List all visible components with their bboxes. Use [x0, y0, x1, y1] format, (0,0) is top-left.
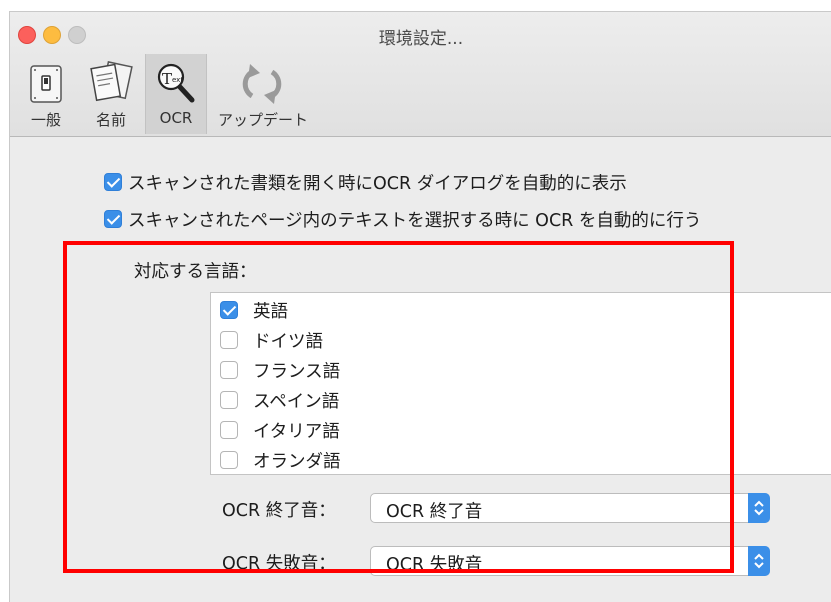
language-item-dutch[interactable]: オランダ語: [211, 445, 831, 475]
window-title: 環境設定...: [378, 29, 464, 49]
switch-icon: [16, 60, 76, 106]
finish-sound-value: OCR 終了音: [386, 502, 483, 522]
tab-general-label: 一般: [30, 111, 61, 129]
language-checkbox-english[interactable]: [220, 301, 238, 319]
language-checkbox-italian[interactable]: [220, 421, 238, 439]
refresh-icon: [208, 60, 318, 106]
language-checkbox-dutch[interactable]: [220, 451, 238, 469]
language-checkbox-french[interactable]: [220, 361, 238, 379]
language-label: スペイン語: [253, 392, 340, 412]
finish-sound-label: OCR 終了音：: [222, 501, 336, 521]
language-checkbox-german[interactable]: [220, 331, 238, 349]
fail-sound-select[interactable]: OCR 失敗音: [370, 546, 770, 576]
finish-sound-stepper[interactable]: [748, 493, 770, 523]
tab-name-label: 名前: [95, 111, 126, 129]
tab-name[interactable]: 名前: [80, 54, 142, 134]
language-checkbox-spanish[interactable]: [220, 391, 238, 409]
auto-ocr-label: スキャンされたページ内のテキストを選択する時に OCR を自動的に行う: [128, 211, 702, 231]
preferences-window: 環境設定... 一般 名前 T ext OCR アップデート スキャンされた書類…: [9, 11, 831, 602]
tab-ocr-label: OCR: [159, 109, 193, 127]
toolbar: 環境設定... 一般 名前 T ext OCR アップデート: [10, 12, 831, 137]
ocr-preferences-pane: スキャンされた書類を開く時にOCR ダイアログを自動的に表示 スキャンされたペー…: [10, 137, 831, 602]
chevron-updown-icon: [754, 500, 764, 516]
auto-ocr-checkbox[interactable]: [104, 210, 122, 228]
svg-text:ext: ext: [172, 76, 183, 84]
language-item-french[interactable]: フランス語: [211, 355, 831, 385]
tab-update-label: アップデート: [217, 111, 308, 129]
open-dialog-label: スキャンされた書類を開く時にOCR ダイアログを自動的に表示: [128, 174, 627, 194]
chevron-updown-icon: [754, 553, 764, 569]
fail-sound-label: OCR 失敗音：: [222, 554, 336, 574]
language-item-italian[interactable]: イタリア語: [211, 415, 831, 445]
language-list[interactable]: 英語 ドイツ語 フランス語 スペイン語 イタリア語 オランダ語: [210, 292, 831, 475]
languages-title: 対応する言語：: [134, 262, 257, 282]
tab-ocr[interactable]: T ext OCR: [145, 54, 207, 134]
tab-update[interactable]: アップデート: [208, 54, 318, 134]
fail-sound-value: OCR 失敗音: [386, 555, 483, 575]
svg-text:T: T: [162, 70, 172, 88]
tab-general[interactable]: 一般: [16, 54, 76, 134]
language-label: ドイツ語: [253, 332, 323, 352]
language-label: フランス語: [253, 362, 341, 382]
language-label: オランダ語: [253, 452, 341, 472]
language-label: イタリア語: [253, 422, 340, 442]
ocr-magnifier-icon: T ext: [146, 60, 206, 106]
finish-sound-select[interactable]: OCR 終了音: [370, 493, 770, 523]
language-item-spanish[interactable]: スペイン語: [211, 385, 831, 415]
fail-sound-stepper[interactable]: [748, 546, 770, 576]
language-item-english[interactable]: 英語: [211, 295, 831, 325]
language-item-german[interactable]: ドイツ語: [211, 325, 831, 355]
language-label: 英語: [253, 302, 288, 322]
documents-icon: [80, 60, 142, 106]
open-dialog-checkbox[interactable]: [104, 173, 122, 191]
